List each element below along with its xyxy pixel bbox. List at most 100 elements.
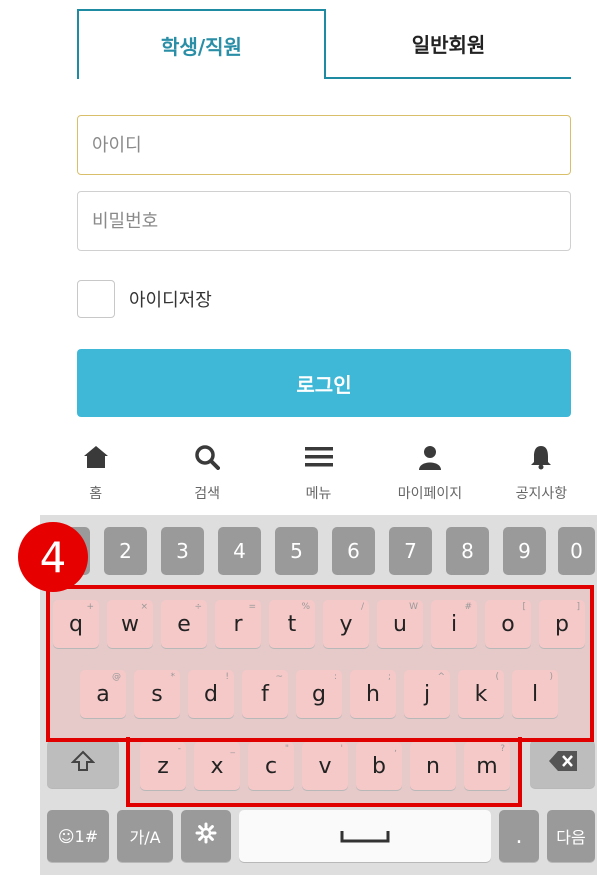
key-number[interactable]: 3 [161, 527, 204, 575]
nav-home[interactable]: 홈 [40, 425, 151, 515]
key-letter[interactable]: _ x [194, 742, 240, 790]
nav-menu[interactable]: 메뉴 [263, 425, 374, 515]
key-number[interactable]: 5 [275, 527, 318, 575]
key-hint: _ [230, 744, 236, 754]
key-label: w [121, 611, 139, 637]
key-letter[interactable]: × w [107, 600, 153, 648]
key-label: d [204, 681, 218, 707]
nav-notice[interactable]: 공지사항 [486, 425, 597, 515]
key-letter[interactable]: ^ j [404, 670, 450, 718]
key-label: b [372, 753, 386, 779]
key-letter[interactable]: " c [248, 742, 294, 790]
key-label: i [450, 611, 458, 637]
password-input[interactable] [77, 191, 571, 251]
user-icon [417, 443, 443, 471]
key-letter[interactable]: (k [458, 670, 504, 718]
key-letter[interactable]: :g [296, 670, 342, 718]
settings-key[interactable] [181, 810, 231, 862]
key-hint: + [86, 602, 94, 612]
tab-student-staff[interactable]: 학생/직원 [77, 9, 326, 79]
key-hint: # [464, 602, 472, 612]
period-key[interactable]: . [499, 810, 539, 862]
key-label: r [233, 611, 243, 637]
key-letter[interactable]: = r [215, 600, 261, 648]
remember-id-checkbox[interactable] [77, 280, 115, 318]
key-letter[interactable]: ] p [539, 600, 585, 648]
key-hint: = [248, 602, 256, 612]
key-letter[interactable]: n [410, 742, 456, 790]
key-letter[interactable]: + q [53, 600, 99, 648]
key-number[interactable]: 0 [558, 527, 595, 575]
backspace-key[interactable] [530, 740, 595, 788]
shift-key[interactable] [47, 740, 119, 788]
key-label: m [476, 753, 498, 779]
key-hint: ; [387, 672, 391, 682]
home-icon [83, 443, 109, 471]
key-letter[interactable]: [o [485, 600, 531, 648]
key-label: j [423, 681, 431, 707]
key-number[interactable]: 6 [332, 527, 375, 575]
key-hint: W [409, 602, 418, 612]
key-label: y [339, 611, 353, 637]
nav-notice-label: 공지사항 [515, 486, 568, 502]
nav-mypage[interactable]: 마이페이지 [374, 425, 485, 515]
login-button[interactable]: 로그인 [77, 349, 571, 417]
key-letter[interactable]: ) l [512, 670, 558, 718]
key-label: h [366, 681, 380, 707]
key-letter[interactable]: ÷ e [161, 600, 207, 648]
key-letter[interactable]: -z [140, 742, 186, 790]
key-hint: ( [495, 672, 499, 682]
key-letter[interactable]: # i [431, 600, 477, 648]
key-number[interactable]: 8 [446, 527, 489, 575]
key-letter[interactable]: * s [134, 670, 180, 718]
key-hint: × [140, 602, 148, 612]
key-label: n [426, 753, 440, 779]
bottom-nav: 홈 검색 메뉴 마이페이지 공지사항 [40, 425, 597, 515]
key-label: l [531, 681, 539, 707]
key-number[interactable]: 4 [218, 527, 261, 575]
key-letter[interactable]: ! d [188, 670, 234, 718]
key-letter[interactable]: ,b [356, 742, 402, 790]
key-letter[interactable]: ? m [464, 742, 510, 790]
key-hint: ) [549, 672, 553, 682]
remember-id-label: 아이디저장 [129, 290, 212, 311]
key-letter[interactable]: ' v [302, 742, 348, 790]
nav-search[interactable]: 검색 [151, 425, 262, 515]
step-badge: 4 [18, 522, 88, 592]
next-key[interactable]: 다음 [547, 810, 595, 862]
space-key[interactable] [239, 810, 491, 862]
key-label: f [261, 681, 269, 707]
key-letter[interactable]: / y [323, 600, 369, 648]
key-hint: ' [340, 744, 343, 754]
key-hint: [ [522, 602, 526, 612]
key-letter[interactable]: @ a [80, 670, 126, 718]
key-letter[interactable]: ~ f [242, 670, 288, 718]
key-hint: % [301, 602, 310, 612]
key-label: k [474, 681, 488, 707]
key-number[interactable]: 9 [503, 527, 546, 575]
language-key[interactable]: 가/A [117, 810, 173, 862]
keyboard: 2 3 4 5 6 7 8 9 0 + q × w ÷ e = r % t / y Wu #… [40, 515, 597, 875]
key-label: p [555, 611, 569, 637]
key-number[interactable]: 2 [104, 527, 147, 575]
key-label: z [157, 753, 169, 779]
nav-home-label: 홈 [89, 486, 103, 502]
key-hint: ? [500, 744, 505, 754]
key-label: v [318, 753, 332, 779]
key-hint: - [177, 744, 181, 754]
key-number[interactable]: 7 [389, 527, 432, 575]
key-letter[interactable]: Wu [377, 600, 423, 648]
tab-general-member[interactable]: 일반회원 [326, 9, 571, 79]
key-hint: " [284, 744, 289, 754]
key-letter[interactable]: % t [269, 600, 315, 648]
nav-menu-label: 메뉴 [305, 486, 332, 502]
key-hint: ! [225, 672, 229, 682]
symbols-key[interactable]: ☺1# [47, 810, 109, 862]
id-input[interactable] [77, 115, 571, 175]
key-label: u [393, 611, 407, 637]
shift-icon [70, 749, 96, 779]
key-label: x [210, 753, 224, 779]
key-label: q [69, 611, 83, 637]
key-hint: ~ [275, 672, 283, 682]
key-letter[interactable]: ; h [350, 670, 396, 718]
